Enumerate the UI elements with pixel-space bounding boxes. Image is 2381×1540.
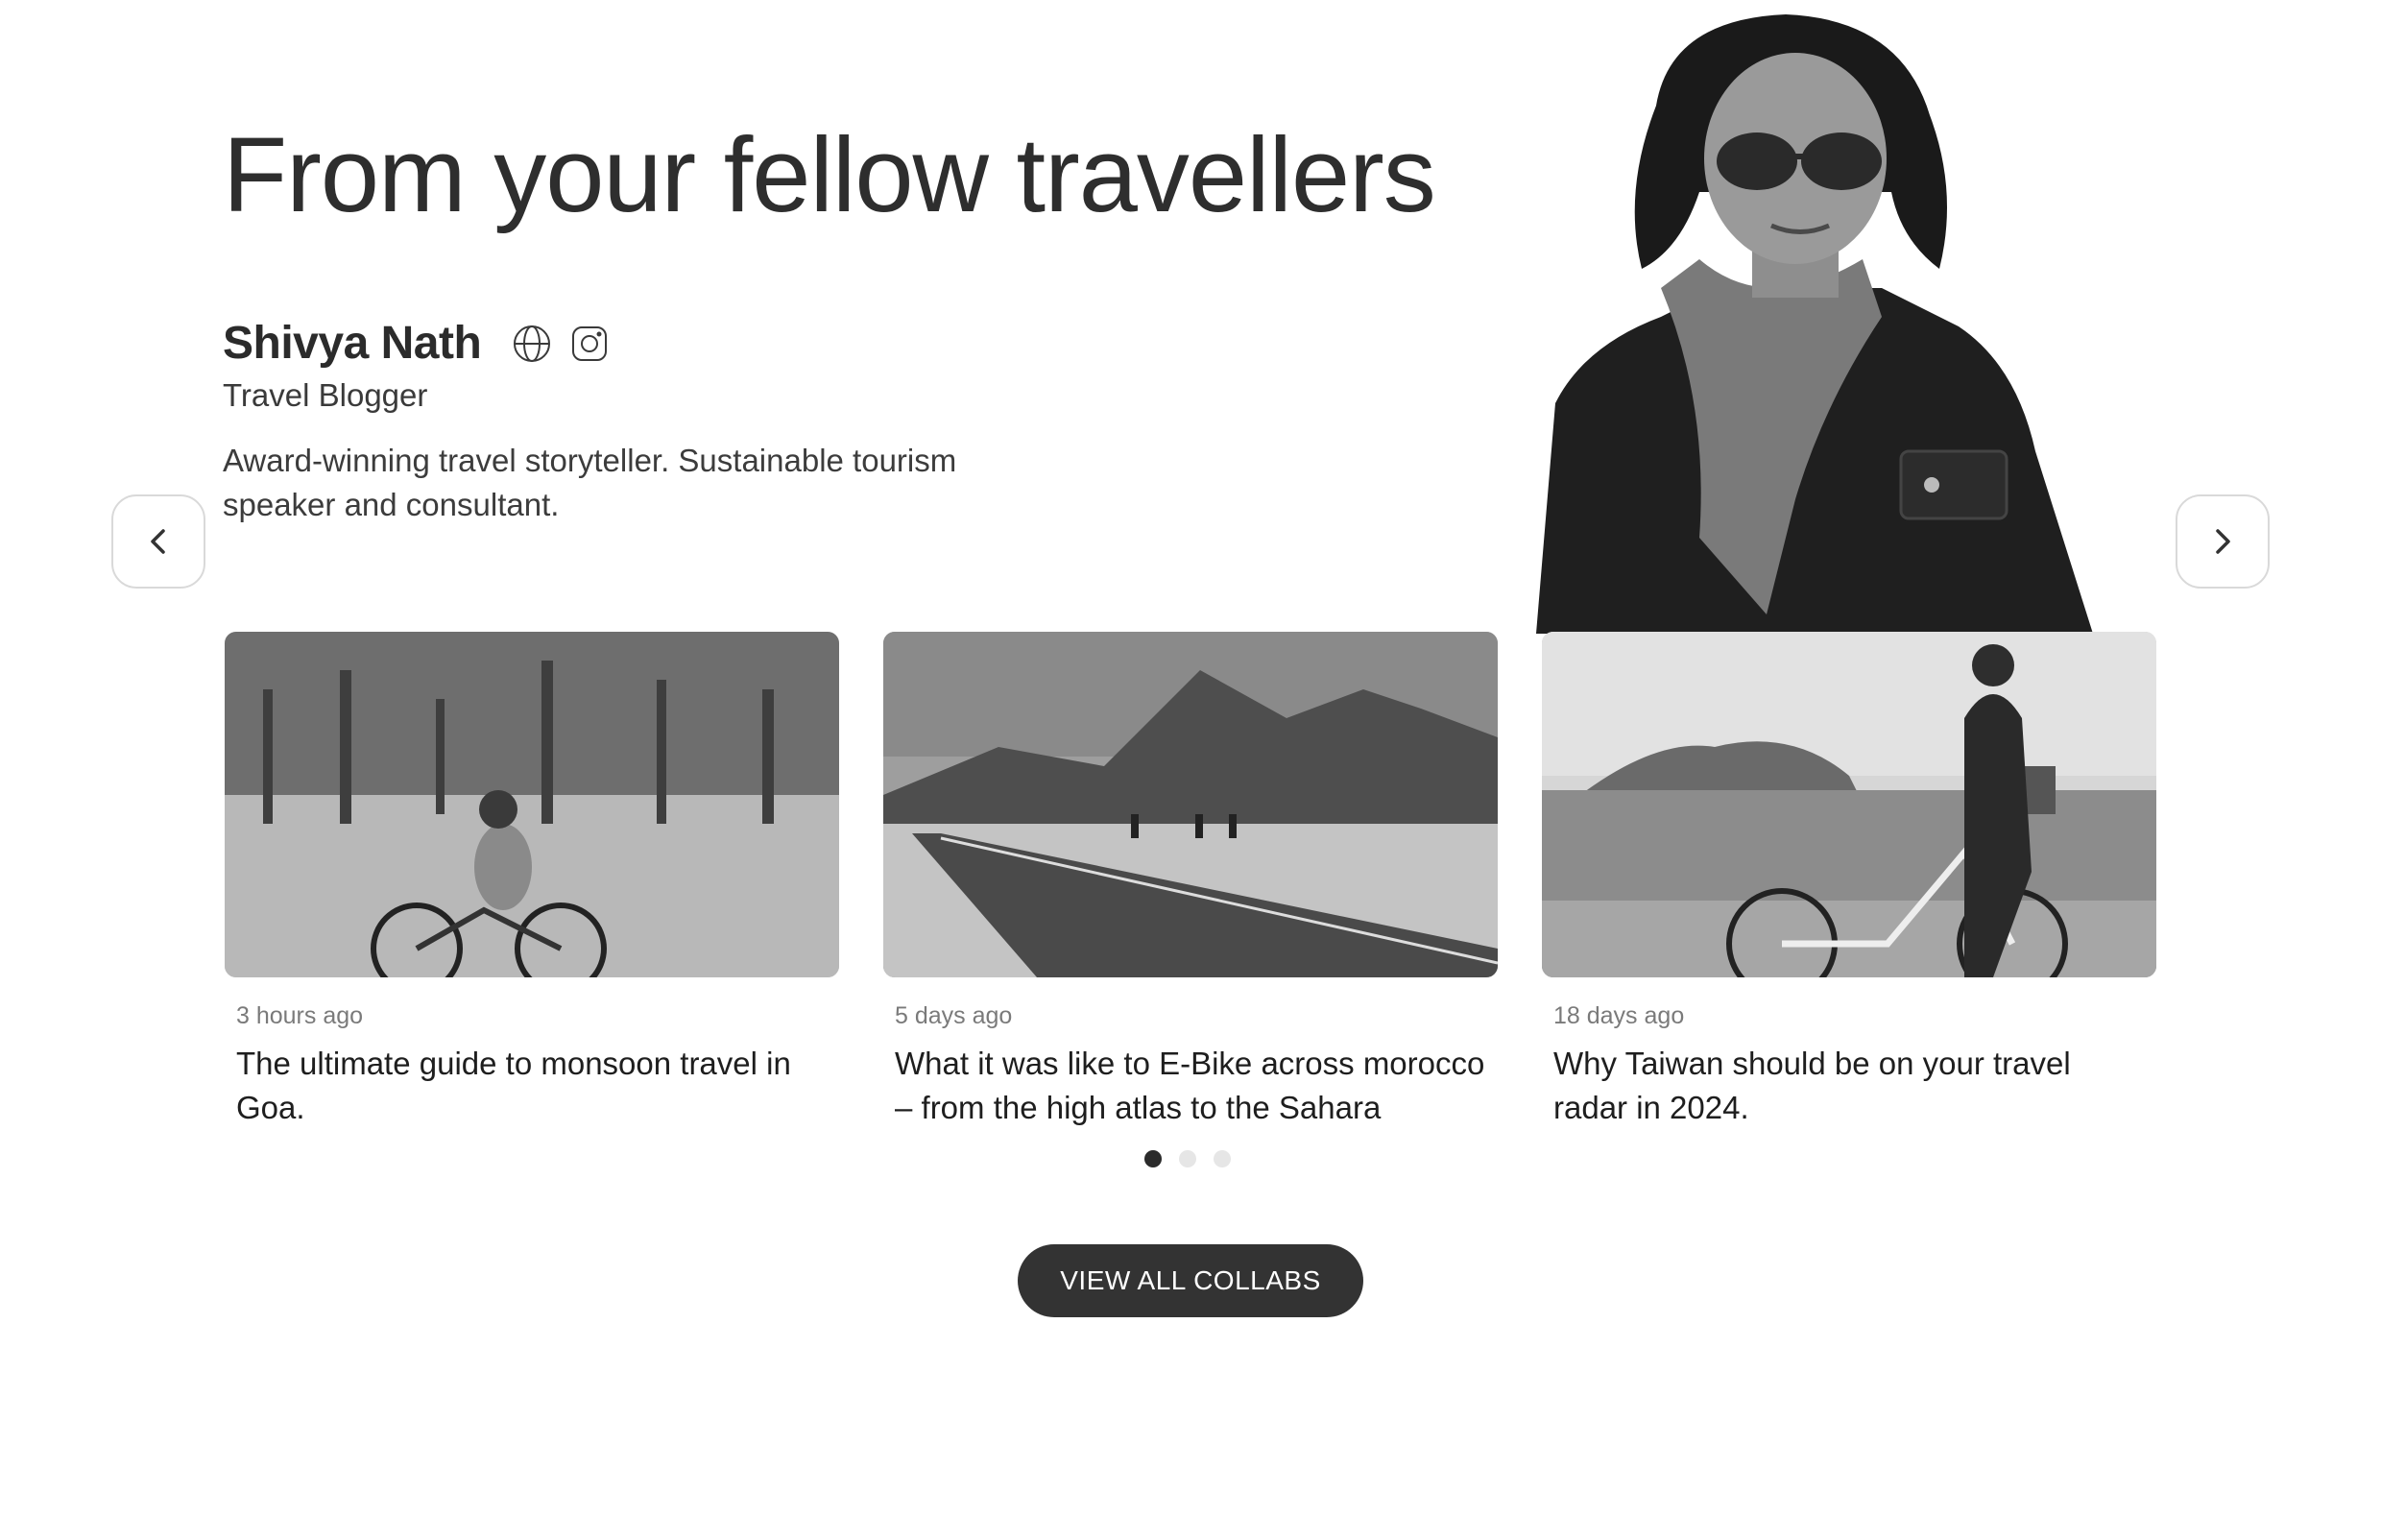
author-portrait	[1479, 0, 2141, 634]
globe-icon[interactable]	[510, 322, 554, 366]
author-header: Shivya Nath	[223, 317, 1087, 370]
author-bio: Award-winning travel storyteller. Sustai…	[223, 443, 957, 523]
collab-cards: 3 hours ago The ultimate guide to monsoo…	[225, 632, 2156, 1130]
card-image	[883, 632, 1498, 977]
card-image	[1542, 632, 2156, 977]
chevron-right-icon	[2216, 529, 2230, 554]
card-title[interactable]: What it was like to E-Bike across morocc…	[895, 1042, 1486, 1130]
collabs-section: From your fellow travellers Shivya Nath	[0, 0, 2381, 1540]
instagram-icon[interactable]	[567, 322, 612, 366]
card-timestamp: 18 days ago	[1553, 1002, 1685, 1029]
carousel-pagination	[1144, 1150, 1231, 1167]
view-all-collabs-button[interactable]: VIEW ALL COLLABS	[1018, 1244, 1363, 1317]
pagination-dot-3[interactable]	[1214, 1150, 1231, 1167]
card-title[interactable]: Why Taiwan should be on your travel rada…	[1553, 1042, 2145, 1130]
card-timestamp: 5 days ago	[895, 1002, 1013, 1029]
chevron-left-icon	[151, 529, 165, 554]
card-title[interactable]: The ultimate guide to monsoon travel in …	[236, 1042, 828, 1130]
carousel-next-button[interactable]	[2176, 494, 2270, 589]
card-timestamp: 3 hours ago	[236, 1002, 364, 1029]
collab-card[interactable]: 18 days ago Why Taiwan should be on your…	[1542, 632, 2156, 1130]
collab-card[interactable]: 3 hours ago The ultimate guide to monsoo…	[225, 632, 839, 1130]
carousel-prev-button[interactable]	[111, 494, 205, 589]
social-links	[510, 322, 612, 366]
author-info: Shivya Nath Travel Blogger Award-winning…	[223, 317, 1087, 527]
section-title: From your fellow travellers	[223, 116, 1436, 234]
author-name: Shivya Nath	[223, 318, 482, 369]
author-role: Travel Blogger	[223, 377, 428, 413]
card-image	[225, 632, 839, 977]
pagination-dot-1[interactable]	[1144, 1150, 1162, 1167]
pagination-dot-2[interactable]	[1179, 1150, 1196, 1167]
collab-card[interactable]: 5 days ago What it was like to E-Bike ac…	[883, 632, 1498, 1130]
